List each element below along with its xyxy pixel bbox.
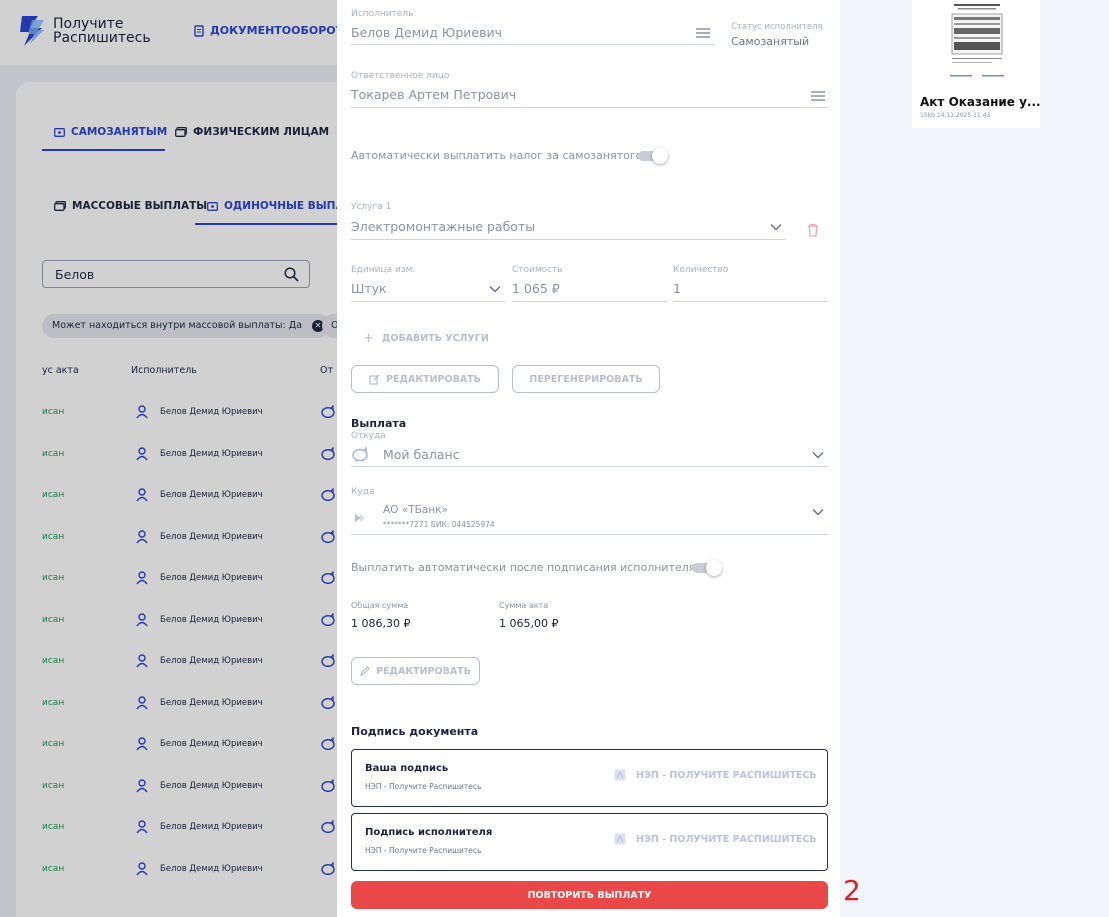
regenerate-button-label: ПЕРЕГЕНЕРИРОВАТЬ: [529, 373, 643, 385]
executor-label: Исполнитель: [351, 9, 414, 19]
your-signature-title: Ваша подпись: [365, 763, 449, 774]
payment-details-panel: Исполнитель Белов Демид Юриевич Статус и…: [337, 0, 840, 917]
repeat-payment-button[interactable]: ПОВТОРИТЬ ВЫПЛАТУ: [351, 881, 828, 909]
bank-logo-icon: [355, 514, 365, 522]
list-icon[interactable]: [810, 90, 826, 102]
responsible-value[interactable]: Токарев Артем Петрович: [351, 87, 516, 102]
divider: [351, 466, 828, 467]
executor-value[interactable]: Белов Демид Юриевич: [351, 25, 502, 40]
divider: [351, 44, 715, 45]
chevron-down-icon[interactable]: [489, 285, 501, 293]
add-service-button[interactable]: + ДОБАВИТЬ УСЛУГИ: [363, 331, 489, 346]
pencil-icon: [360, 666, 370, 676]
executor-status-label: Статус исполнителя: [731, 22, 823, 32]
document-meta: 15kb 14.11.2025 11:43: [920, 112, 991, 119]
chevron-down-icon[interactable]: [812, 508, 824, 516]
document-thumbnail: [948, 0, 1006, 78]
modal-overlay[interactable]: [0, 0, 337, 917]
your-signature-box[interactable]: Ваша подпись НЭП - Получите Распишитесь …: [351, 749, 828, 807]
executor-signature-sub: НЭП - Получите Распишитесь: [365, 846, 482, 855]
edit-sum-button[interactable]: РЕДАКТИРОВАТЬ: [351, 657, 480, 685]
chevron-down-icon[interactable]: [812, 451, 824, 459]
divider: [512, 301, 667, 302]
qty-label: Количество: [673, 265, 729, 275]
chevron-down-icon[interactable]: [770, 223, 782, 231]
divider: [351, 239, 785, 240]
edit-icon: [369, 374, 380, 385]
signature-icon: [614, 833, 626, 845]
add-service-label: ДОБАВИТЬ УСЛУГИ: [381, 333, 489, 344]
unit-value[interactable]: Штук: [351, 281, 387, 296]
qty-value[interactable]: 1: [673, 281, 681, 296]
service-value[interactable]: Электромонтажные работы: [351, 219, 535, 234]
repeat-payment-label: ПОВТОРИТЬ ВЫПЛАТУ: [527, 889, 652, 901]
executor-signature-title: Подпись исполнителя: [365, 827, 493, 838]
annotation-number: 2: [843, 874, 861, 907]
act-sum-label: Сумма акта: [499, 601, 549, 610]
executor-signature-action[interactable]: НЭП - ПОЛУЧИТЕ РАСПИШИТЕСЬ: [614, 833, 817, 845]
preview-area: [840, 0, 1109, 917]
from-label: Откуда: [351, 431, 386, 441]
service-label: Услуга 1: [351, 202, 392, 212]
auto-pay-toggle[interactable]: [692, 560, 722, 576]
divider: [351, 301, 505, 302]
total-label: Общая сумма: [351, 601, 409, 610]
list-icon[interactable]: [695, 27, 711, 39]
your-signature-action[interactable]: НЭП - ПОЛУЧИТЕ РАСПИШИТЕСЬ: [614, 769, 817, 781]
price-value[interactable]: 1 065 ₽: [512, 281, 560, 296]
unit-label: Единица изм.: [351, 265, 416, 275]
divider: [673, 301, 828, 302]
document-title: Акт Оказание у...: [920, 95, 1041, 109]
bank-name: АО «ТБанк»: [383, 504, 448, 516]
piggy-bank-icon: [352, 446, 368, 462]
executor-signature-action-label: НЭП - ПОЛУЧИТЕ РАСПИШИТЕСЬ: [636, 833, 817, 845]
to-label: Куда: [351, 487, 375, 497]
plus-icon: +: [363, 331, 374, 346]
edit-sum-button-label: РЕДАКТИРОВАТЬ: [376, 665, 471, 677]
trash-icon[interactable]: [807, 223, 819, 237]
signature-title: Подпись документа: [351, 725, 479, 738]
auto-tax-toggle[interactable]: [638, 148, 668, 164]
executor-signature-box[interactable]: Подпись исполнителя НЭП - Получите Распи…: [351, 813, 828, 871]
total-value: 1 086,30 ₽: [351, 617, 411, 630]
payment-title: Выплата: [351, 417, 407, 430]
document-preview-card[interactable]: Акт Оказание у... 15kb 14.11.2025 11:43: [912, 0, 1041, 128]
divider: [351, 534, 828, 535]
bank-details: *******7271 БИК: 044525974: [383, 520, 495, 529]
executor-status-value: Самозанятый: [731, 35, 810, 48]
edit-button[interactable]: РЕДАКТИРОВАТЬ: [351, 365, 499, 393]
divider: [351, 107, 828, 108]
price-label: Стоимость: [512, 265, 563, 275]
signature-icon: [614, 769, 626, 781]
your-signature-action-label: НЭП - ПОЛУЧИТЕ РАСПИШИТЕСЬ: [636, 769, 817, 781]
your-signature-sub: НЭП - Получите Распишитесь: [365, 782, 482, 791]
regenerate-button[interactable]: ПЕРЕГЕНЕРИРОВАТЬ: [512, 365, 660, 393]
act-sum-value: 1 065,00 ₽: [499, 617, 559, 630]
from-value[interactable]: Мой баланс: [383, 447, 460, 462]
auto-tax-label: Автоматически выплатить налог за самозан…: [351, 149, 643, 162]
responsible-label: Ответственное лицо: [351, 71, 450, 81]
auto-pay-label: Выплатить автоматически после подписания…: [351, 561, 696, 574]
edit-button-label: РЕДАКТИРОВАТЬ: [386, 373, 481, 385]
